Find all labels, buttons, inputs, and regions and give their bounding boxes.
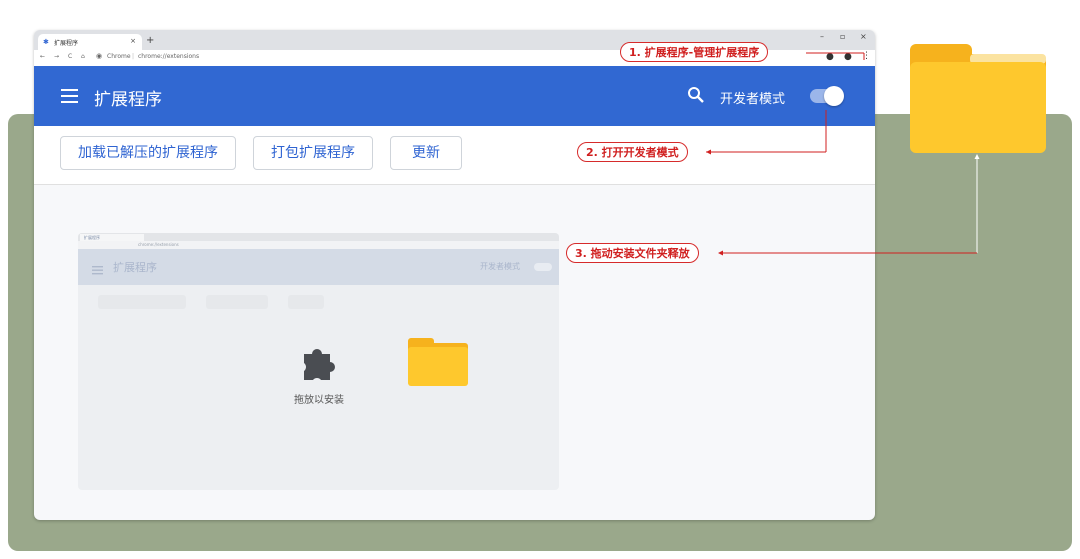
callout-step-1: 1. 扩展程序-管理扩展程序: [620, 42, 769, 62]
callout-step-3: 3. 拖动安装文件夹释放: [566, 243, 699, 263]
callout-connectors: [706, 52, 980, 256]
callout-step-2: 2. 打开开发者模式: [577, 142, 688, 162]
